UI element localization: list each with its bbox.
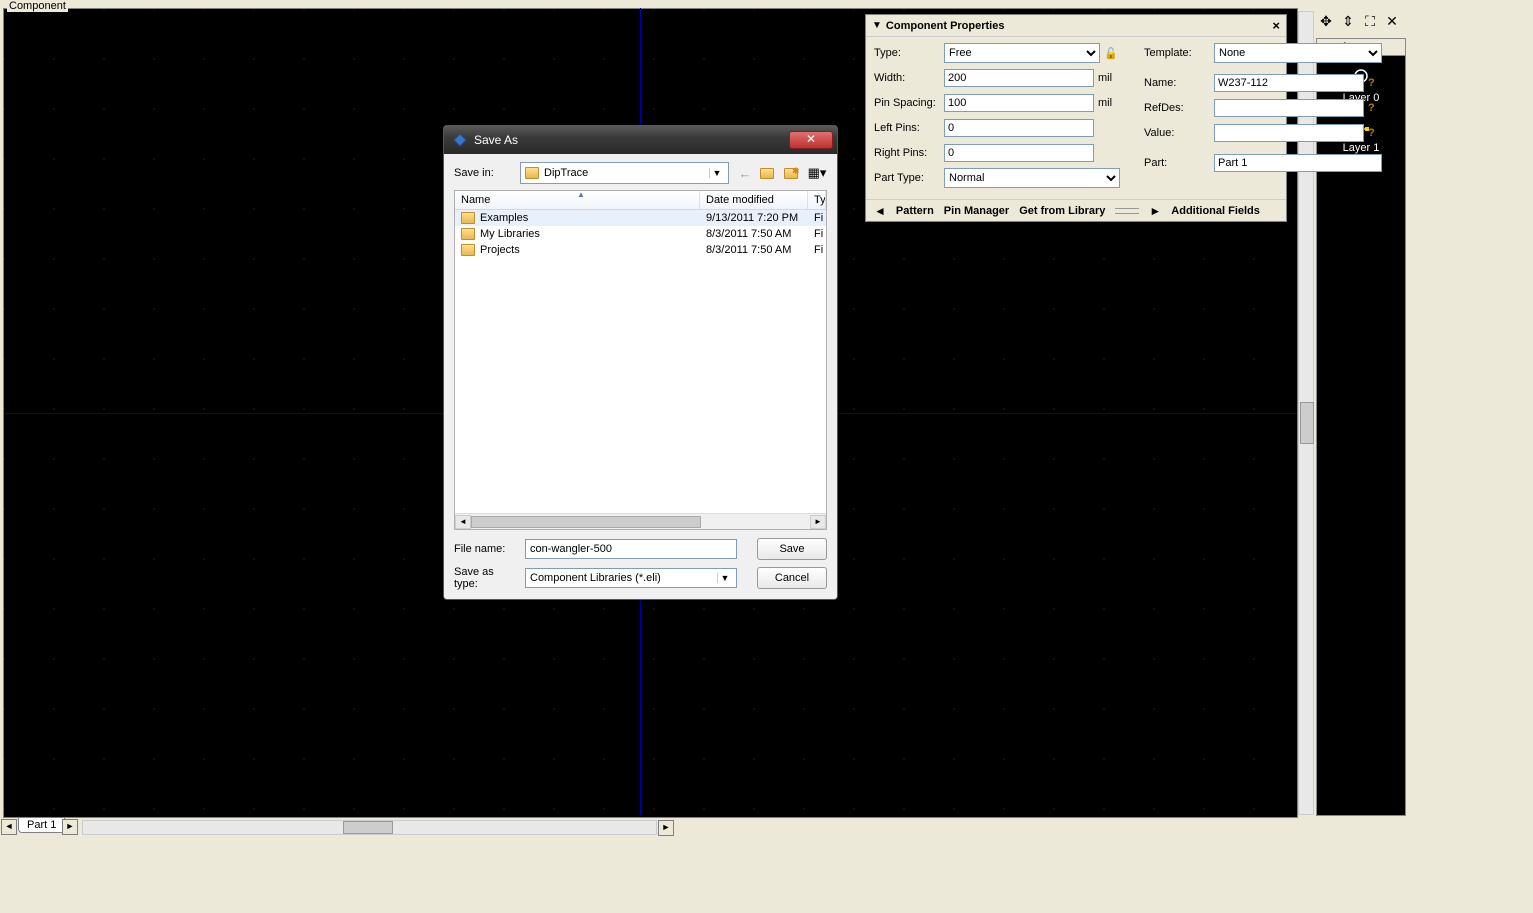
pinspacing-input[interactable] [944, 94, 1094, 112]
help-icon[interactable]: ? [1368, 127, 1382, 139]
save-as-dialog: Save As ✕ Save in: DipTrace ▼ ← ✱ ▦▾ Nam… [443, 125, 838, 600]
width-label: Width: [874, 72, 944, 84]
folder-icon [525, 167, 539, 179]
pinmanager-button[interactable]: Pin Manager [944, 205, 1009, 217]
name-input[interactable] [1214, 74, 1364, 92]
scroll-right-icon[interactable]: ► [810, 515, 826, 529]
file-list: Name ▲ Date modified Ty Examples 9/13/20… [454, 190, 827, 530]
scroll-thumb[interactable] [471, 516, 701, 528]
props-body: Type: Free 🔓 Width: mil Pin Spacing: mil… [866, 37, 1286, 199]
newfolder-icon[interactable]: ✱ [783, 163, 803, 183]
props-left-column: Type: Free 🔓 Width: mil Pin Spacing: mil… [874, 43, 1120, 193]
dialog-close-button[interactable]: ✕ [789, 131, 833, 149]
part-input[interactable] [1214, 154, 1382, 172]
part-tab[interactable]: Part 1 [18, 818, 65, 833]
props-right-column: Template: None Name: ? RefDes: ? Value: … [1144, 43, 1382, 193]
lock-icon[interactable]: 🔓 [1104, 47, 1120, 60]
value-input[interactable] [1214, 124, 1364, 142]
fit-icon[interactable]: ⛶ [1360, 11, 1380, 31]
savein-label: Save in: [454, 167, 514, 179]
getfromlib-button[interactable]: Get from Library [1019, 205, 1105, 217]
file-list-header: Name ▲ Date modified Ty [455, 191, 826, 210]
savein-value: DipTrace [544, 167, 588, 179]
horizontal-scrollbar[interactable] [82, 820, 657, 835]
dialog-title: Save As [474, 133, 789, 147]
dropdown-arrow-icon[interactable]: ▼ [709, 168, 724, 178]
filename-input[interactable] [525, 539, 737, 559]
file-rows: Examples 9/13/2011 7:20 PM Fi My Librari… [455, 210, 826, 513]
width-input[interactable] [944, 69, 1094, 87]
folder-icon [461, 228, 475, 240]
type-label: Type: [874, 47, 944, 59]
updown-icon[interactable]: ⇕ [1338, 11, 1358, 31]
file-row[interactable]: Examples 9/13/2011 7:20 PM Fi [455, 210, 826, 226]
tab-prev-icon[interactable]: ◄ [1, 819, 17, 835]
type-select[interactable]: Free [944, 43, 1100, 63]
dropdown-arrow-icon[interactable]: ▼ [717, 573, 732, 583]
col-date[interactable]: Date modified [700, 191, 808, 209]
parttype-label: Part Type: [874, 172, 944, 184]
save-button[interactable]: Save [757, 538, 827, 560]
help-icon[interactable]: ? [1368, 77, 1382, 89]
pinspacing-unit: mil [1098, 97, 1120, 109]
template-label: Template: [1144, 47, 1214, 59]
props-close-icon[interactable]: × [1272, 18, 1280, 33]
viewmenu-icon[interactable]: ▦▾ [807, 163, 827, 183]
savein-select[interactable]: DipTrace ▼ [520, 162, 729, 184]
right-toolbar: ✥ ⇕ ⛶ ✕ [1316, 11, 1408, 33]
file-row[interactable]: My Libraries 8/3/2011 7:50 AM Fi [455, 226, 826, 242]
component-properties-panel: ▼ Component Properties × Type: Free 🔓 Wi… [865, 14, 1287, 222]
leftpins-input[interactable] [944, 119, 1094, 137]
file-row[interactable]: Projects 8/3/2011 7:50 AM Fi [455, 242, 826, 258]
close-tool-icon[interactable]: ✕ [1382, 11, 1402, 31]
tab-next-icon[interactable]: ► [62, 819, 78, 835]
bottom-tab-bar: ◄ Part 1 ► ► [0, 818, 1305, 836]
folder-icon [461, 244, 475, 256]
value-label: Value: [1144, 127, 1214, 139]
dialog-titlebar[interactable]: Save As ✕ [444, 126, 837, 154]
pattern-button[interactable]: Pattern [896, 205, 934, 217]
leftpins-label: Left Pins: [874, 122, 944, 134]
refdes-label: RefDes: [1144, 102, 1214, 114]
filename-label: File name: [454, 543, 519, 555]
part-label: Part: [1144, 157, 1214, 169]
width-unit: mil [1098, 72, 1120, 84]
props-titlebar[interactable]: ▼ Component Properties × [866, 15, 1286, 37]
collapse-arrow-icon[interactable]: ▼ [872, 20, 882, 31]
additional-button[interactable]: Additional Fields [1171, 205, 1260, 217]
template-select[interactable]: None [1214, 43, 1382, 63]
scroll-left-icon[interactable]: ◄ [455, 515, 471, 529]
props-title-text: Component Properties [886, 20, 1273, 32]
prev-nav-icon[interactable]: ◄ [874, 204, 886, 218]
folder-icon [461, 212, 475, 224]
saveastype-label: Save as type: [454, 566, 519, 590]
canvas-title: Component [7, 0, 68, 12]
col-type[interactable]: Ty [808, 191, 826, 209]
rightpins-label: Right Pins: [874, 147, 944, 159]
filelist-scrollbar[interactable]: ◄ ► [455, 513, 826, 529]
props-footer: ◄ Pattern Pin Manager Get from Library ►… [866, 199, 1286, 222]
move-icon[interactable]: ✥ [1316, 11, 1336, 31]
hscroll-thumb[interactable] [343, 821, 393, 834]
col-name[interactable]: Name ▲ [455, 191, 700, 209]
hscroll-right-icon[interactable]: ► [658, 820, 674, 836]
saveastype-select[interactable]: Component Libraries (*.eli) ▼ [525, 568, 737, 588]
rightpins-input[interactable] [944, 144, 1094, 162]
back-icon[interactable]: ← [735, 163, 755, 183]
name-label: Name: [1144, 77, 1214, 89]
parttype-select[interactable]: Normal [944, 168, 1120, 188]
pinspacing-label: Pin Spacing: [874, 97, 944, 109]
separator [1115, 208, 1139, 214]
next-nav-icon[interactable]: ► [1149, 204, 1161, 218]
nav-icons: ← ✱ ▦▾ [735, 163, 827, 183]
app-icon [452, 132, 468, 148]
help-icon[interactable]: ? [1368, 102, 1382, 114]
cancel-button[interactable]: Cancel [757, 567, 827, 589]
refdes-input[interactable] [1214, 99, 1364, 117]
up-icon[interactable] [759, 163, 779, 183]
sort-arrow-icon: ▲ [577, 190, 585, 199]
dialog-body: Save in: DipTrace ▼ ← ✱ ▦▾ Name ▲ Date m… [444, 154, 837, 600]
